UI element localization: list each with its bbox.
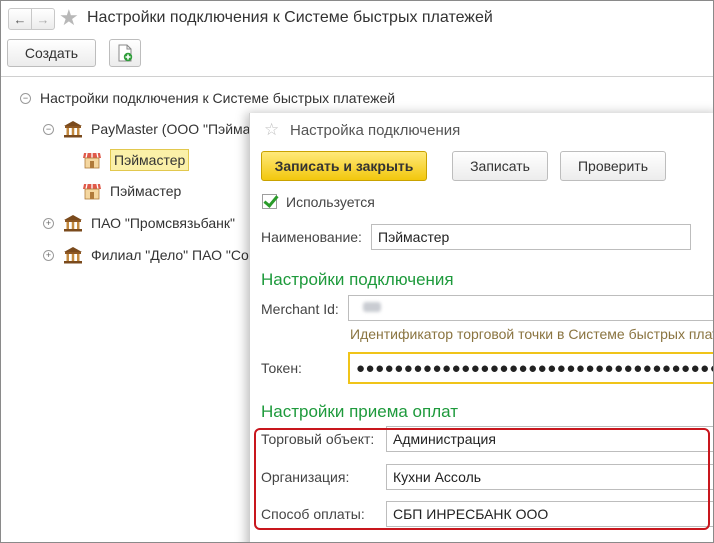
add-document-button[interactable] (109, 39, 141, 67)
window: ← → ★ Настройки подключения к Системе бы… (0, 0, 714, 543)
check-button[interactable]: Проверить (560, 151, 666, 181)
organization-label: Организация: (261, 469, 350, 485)
payment-method-label: Способ оплаты: (261, 506, 365, 522)
token-field[interactable]: ●●●●●●●●●●●●●●●●●●●●●●●●●●●●●●●●●●●●●● (348, 352, 713, 384)
tree-root-label: Настройки подключения к Системе быстрых … (40, 90, 396, 106)
tree-item-paymaster-point-2[interactable]: Пэймастер (83, 179, 181, 203)
document-add-icon (118, 44, 133, 62)
token-label: Токен: (261, 360, 302, 376)
star-icon[interactable]: ☆ (264, 120, 279, 140)
page-title: Настройки подключения к Системе быстрых … (87, 9, 493, 26)
payments-section-title: Настройки приема оплат (261, 402, 459, 421)
merchant-id-hint: Идентификатор торговой точки в Системе б… (350, 326, 714, 342)
connection-section-title: Настройки подключения (261, 270, 454, 289)
name-label: Наименование: (261, 229, 362, 245)
collapse-icon[interactable]: − (20, 92, 31, 104)
merchant-id-label: Merchant Id: (261, 301, 339, 317)
tree-item-label: Пэймастер (110, 183, 182, 199)
expand-icon[interactable]: + (43, 249, 54, 261)
connection-settings-dialog: ☆ Настройка подключения Записать и закры… (249, 113, 714, 542)
dialog-title: Настройка подключения (290, 122, 461, 139)
tree-root[interactable]: − Настройки подключения к Системе быстры… (20, 86, 395, 110)
forward-button[interactable]: → (31, 8, 55, 30)
merchant-id-field[interactable] (348, 295, 713, 321)
tree-item-paymaster-point-1[interactable]: Пэймастер (83, 148, 190, 172)
bank-icon (64, 215, 82, 232)
star-icon[interactable]: ★ (59, 5, 79, 31)
used-label: Используется (286, 194, 375, 210)
toolbar-divider (1, 76, 713, 77)
shop-icon (83, 152, 101, 168)
bank-icon (64, 247, 82, 264)
back-button[interactable]: ← (8, 8, 32, 30)
organization-field[interactable]: Кухни Ассоль (386, 464, 713, 490)
trade-object-label: Торговый объект: (261, 431, 375, 447)
expand-icon[interactable]: + (43, 217, 54, 229)
save-and-close-button[interactable]: Записать и закрыть (261, 151, 427, 181)
tree-item-label: Пэймастер (110, 149, 190, 171)
save-button[interactable]: Записать (452, 151, 548, 181)
masked-value (363, 302, 381, 312)
trade-object-field[interactable]: Администрация (386, 426, 713, 452)
tree-item-label: ПАО "Промсвязьбанк" (91, 215, 235, 231)
shop-icon (83, 183, 101, 199)
name-field[interactable]: Пэймастер (371, 224, 691, 250)
title-bar: ← → ★ Настройки подключения к Системе бы… (1, 1, 713, 37)
create-button[interactable]: Создать (7, 39, 96, 67)
used-checkbox[interactable] (262, 194, 277, 209)
arrow-right-icon: → (36, 11, 50, 27)
bank-icon (64, 121, 82, 138)
payment-method-field[interactable]: СБП ИНРЕСБАНК ООО (386, 501, 713, 527)
arrow-left-icon: ← (13, 11, 27, 27)
tree-item-psb[interactable]: + ПАО "Промсвязьбанк" (43, 211, 235, 235)
collapse-icon[interactable]: − (43, 123, 54, 135)
